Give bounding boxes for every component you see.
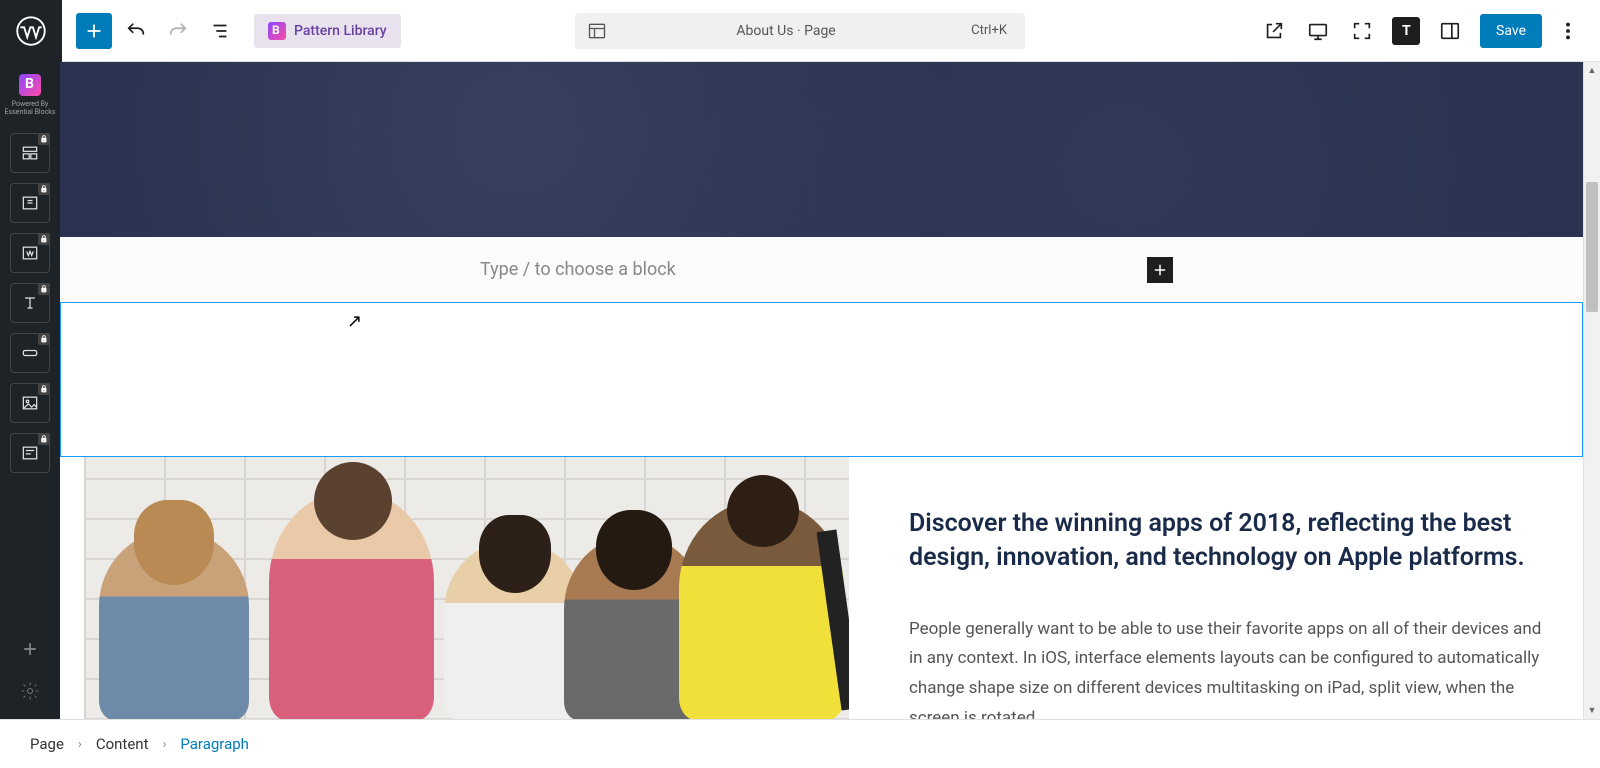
lock-icon: [38, 383, 50, 395]
essential-blocks-icon: [19, 74, 41, 96]
undo-button[interactable]: [118, 13, 154, 49]
lock-icon: [38, 133, 50, 145]
content-heading[interactable]: Discover the winning apps of 2018, refle…: [909, 507, 1553, 575]
form-block-icon: [20, 443, 40, 463]
templately-button[interactable]: T: [1388, 13, 1424, 49]
settings-sidebar-button[interactable]: [1432, 13, 1468, 49]
selected-paragraph-block[interactable]: [60, 302, 1583, 457]
chevron-right-icon: ›: [162, 737, 166, 752]
content-paragraph[interactable]: People generally want to be able to use …: [909, 615, 1553, 720]
templately-icon: T: [1392, 17, 1420, 45]
chevron-right-icon: ›: [78, 737, 82, 752]
external-link-icon: [1263, 20, 1285, 42]
pattern-library-label: Pattern Library: [294, 23, 387, 39]
sidebar-bottom-group: [14, 633, 46, 719]
wordpress-icon: [16, 16, 46, 46]
breadcrumb-content[interactable]: Content: [96, 735, 149, 753]
redo-icon: [167, 20, 189, 42]
lock-icon: [38, 433, 50, 445]
hero-cover-block[interactable]: [60, 62, 1583, 237]
sidebar-block-item-4[interactable]: [10, 283, 50, 323]
layout-icon: [575, 21, 619, 41]
wordpress-logo[interactable]: [0, 0, 62, 62]
sidebar-panel-icon: [1439, 20, 1461, 42]
desktop-preview-button[interactable]: [1300, 13, 1336, 49]
template-icon: [20, 143, 40, 163]
options-menu-button[interactable]: [1550, 13, 1586, 49]
vertical-scrollbar[interactable]: ▲ ▼: [1583, 62, 1600, 719]
sidebar-block-item-1[interactable]: [10, 133, 50, 173]
essential-blocks-label-1: Powered By: [5, 100, 56, 108]
image-block-icon: [20, 393, 40, 413]
top-toolbar: Pattern Library About Us · Page Ctrl+K T…: [0, 0, 1600, 62]
text-block-icon: [20, 193, 40, 213]
view-page-button[interactable]: [1256, 13, 1292, 49]
list-view-icon: [209, 20, 231, 42]
scroll-up-button[interactable]: ▲: [1584, 62, 1600, 79]
command-shortcut: Ctrl+K: [953, 23, 1025, 38]
sidebar-block-item-2[interactable]: [10, 183, 50, 223]
breadcrumb-paragraph[interactable]: Paragraph: [180, 735, 249, 753]
document-overview-button[interactable]: [202, 13, 238, 49]
save-button[interactable]: Save: [1480, 14, 1542, 48]
fullscreen-icon: [1351, 20, 1373, 42]
breadcrumb-page[interactable]: Page: [30, 735, 64, 753]
scrollbar-thumb[interactable]: [1586, 182, 1598, 312]
lock-icon: [38, 183, 50, 195]
pattern-library-icon: [268, 22, 286, 40]
lock-icon: [38, 233, 50, 245]
sidebar-block-item-3[interactable]: [10, 233, 50, 273]
undo-icon: [125, 20, 147, 42]
gear-icon: [20, 681, 40, 701]
pattern-library-button[interactable]: Pattern Library: [254, 14, 401, 48]
add-block-button[interactable]: [76, 13, 112, 49]
blocks-sidebar: Powered By Essential Blocks: [0, 62, 60, 719]
content-image[interactable]: [84, 457, 849, 719]
plus-icon: [1151, 261, 1169, 279]
sidebar-block-item-6[interactable]: [10, 383, 50, 423]
page-title-label: About Us · Page: [619, 23, 953, 39]
word-block-icon: [20, 243, 40, 263]
fullscreen-button[interactable]: [1344, 13, 1380, 49]
toolbar-left-group: Pattern Library: [62, 13, 401, 49]
scroll-down-button[interactable]: ▼: [1584, 702, 1600, 719]
sidebar-block-item-5[interactable]: [10, 333, 50, 373]
lock-icon: [38, 333, 50, 345]
block-breadcrumb: Page › Content › Paragraph: [0, 719, 1600, 768]
desktop-icon: [1307, 20, 1329, 42]
lock-icon: [38, 283, 50, 295]
toolbar-right-group: T Save: [1256, 13, 1600, 49]
essential-blocks-logo[interactable]: Powered By Essential Blocks: [3, 70, 58, 123]
kebab-icon: [1557, 20, 1579, 42]
block-placeholder-text: Type / to choose a block: [480, 259, 676, 280]
redo-button[interactable]: [160, 13, 196, 49]
button-block-icon: [20, 343, 40, 363]
content-columns-block[interactable]: Discover the winning apps of 2018, refle…: [60, 457, 1583, 719]
canvas-inner: Type / to choose a block Discover the wi…: [60, 62, 1583, 719]
editor-canvas: Type / to choose a block Discover the wi…: [60, 62, 1600, 719]
page-command-bar[interactable]: About Us · Page Ctrl+K: [575, 13, 1025, 49]
typography-icon: [20, 293, 40, 313]
empty-block-row[interactable]: Type / to choose a block: [60, 237, 1583, 302]
sidebar-settings-button[interactable]: [14, 675, 46, 707]
plus-icon: [83, 20, 105, 42]
inline-add-block-button[interactable]: [1147, 257, 1173, 283]
sidebar-block-item-7[interactable]: [10, 433, 50, 473]
plus-icon: [20, 639, 40, 659]
essential-blocks-label-2: Essential Blocks: [5, 108, 56, 116]
content-text-column[interactable]: Discover the winning apps of 2018, refle…: [849, 457, 1583, 719]
mouse-cursor-icon: [347, 311, 362, 332]
sidebar-add-button[interactable]: [14, 633, 46, 665]
